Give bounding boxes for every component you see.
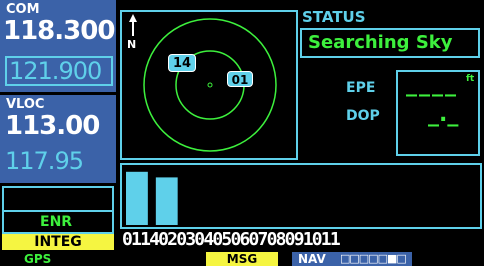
dop-value: _._	[428, 102, 459, 127]
gps-annunciator: GPS	[24, 252, 52, 266]
vloc-standby-frequency[interactable]: 117.95	[5, 147, 84, 175]
signal-bar	[126, 171, 148, 225]
satellite-marker: 01	[227, 71, 253, 87]
bottom-bar: GPS MSG NAV □□□□□■□	[0, 252, 484, 266]
epe-dop-box: ____ ft _._	[396, 70, 480, 156]
integ-annunciator: INTEG	[2, 234, 114, 250]
sky-view-graphic	[143, 18, 277, 152]
epe-value: ____	[406, 72, 458, 97]
cdi-divider	[4, 210, 112, 212]
north-label: N	[127, 38, 137, 51]
msg-annunciator[interactable]: MSG	[206, 252, 278, 266]
cdi-mode-label: ENR	[40, 214, 73, 230]
signal-bar	[155, 177, 178, 225]
com-panel: COM 118.300 121.900	[0, 0, 116, 92]
vloc-active-frequency[interactable]: 113.00	[5, 111, 100, 141]
com-label: COM	[6, 2, 40, 17]
status-message: Searching Sky	[300, 28, 480, 58]
north-arrow-icon	[128, 14, 138, 38]
satellite-marker: 14	[168, 54, 196, 72]
epe-label: EPE	[346, 80, 376, 96]
sky-view: N 14 01	[120, 10, 298, 160]
com-active-frequency[interactable]: 118.300	[3, 16, 115, 46]
signal-strength-chart	[120, 163, 482, 229]
status-title: STATUS	[302, 8, 366, 26]
signal-bars-graphic	[126, 171, 178, 225]
dop-label: DOP	[346, 108, 380, 124]
satellite-id-row: 011402030405060708091011	[122, 229, 341, 250]
vloc-panel: VLOC 113.00 117.95	[0, 95, 116, 183]
com-standby-frequency[interactable]: 121.900	[5, 56, 113, 86]
cdi-area: ENR	[2, 186, 114, 234]
satellite-id: 01	[231, 73, 249, 87]
epe-unit: ft	[466, 74, 475, 84]
satellite-id: 14	[172, 56, 192, 71]
vloc-label: VLOC	[6, 97, 45, 112]
page-indicator: □□□□□■□	[340, 252, 407, 265]
